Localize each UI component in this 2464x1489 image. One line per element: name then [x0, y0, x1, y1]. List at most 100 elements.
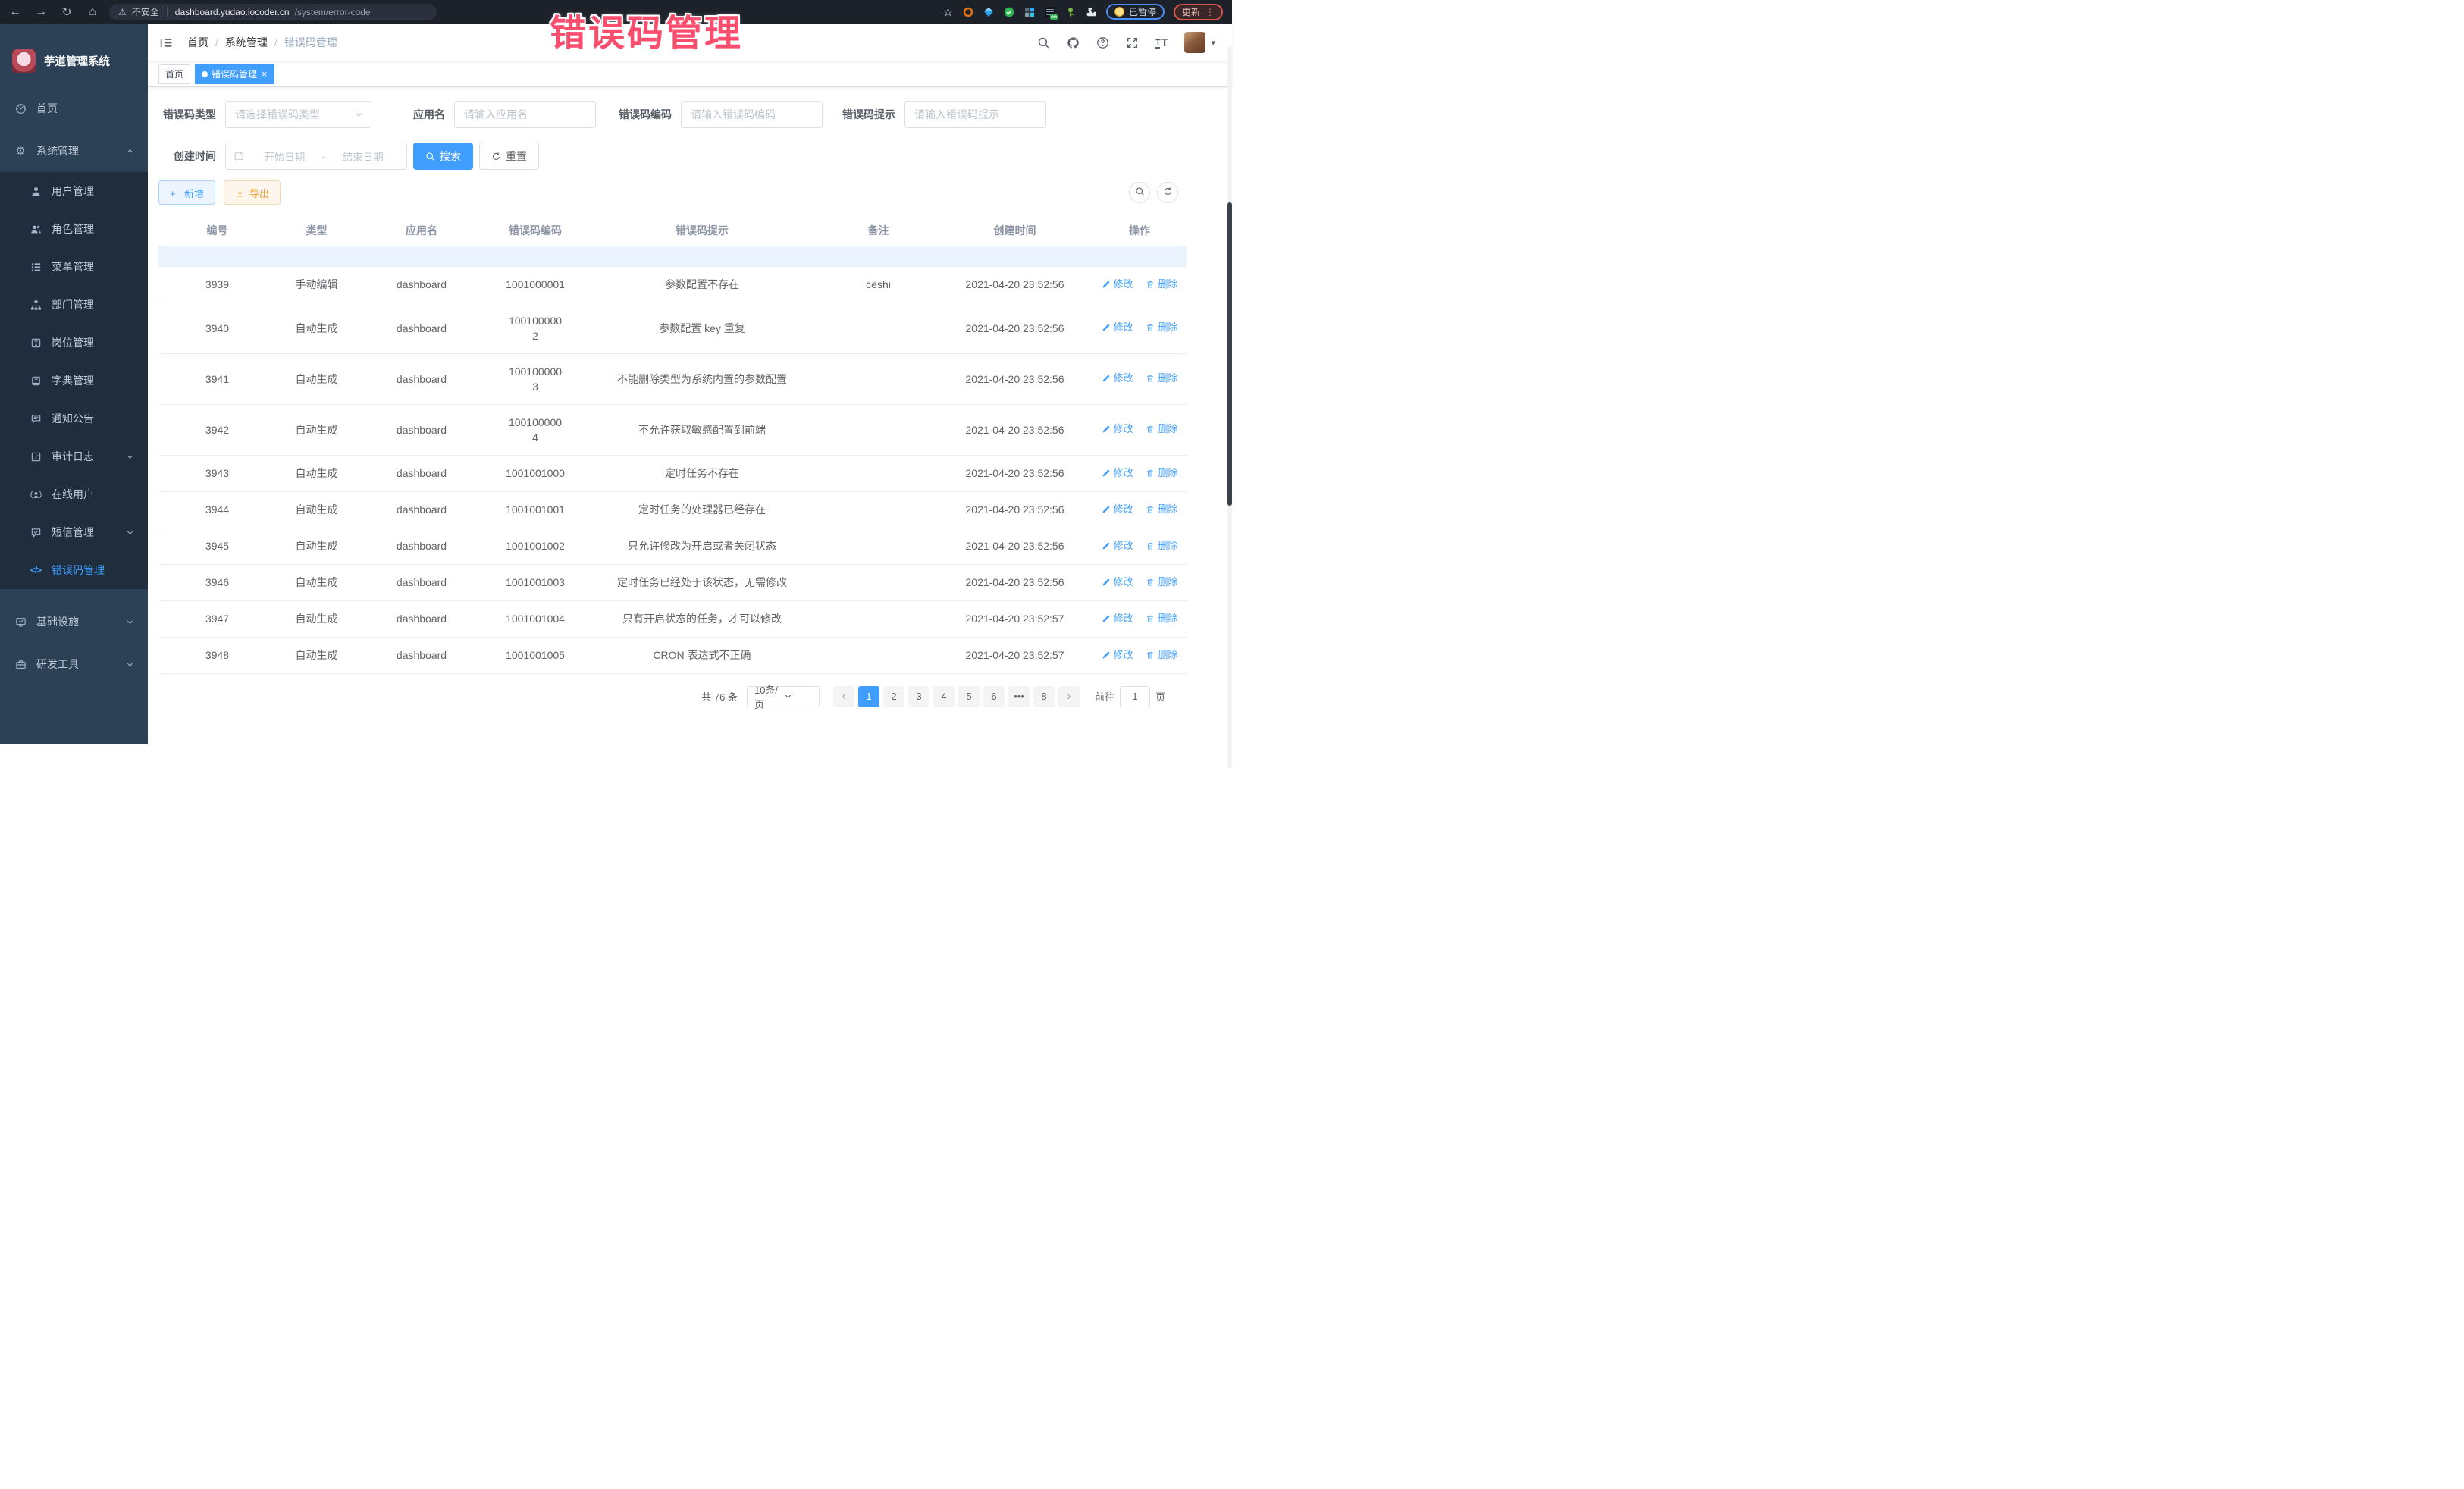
edit-link[interactable]: 修改 — [1102, 502, 1133, 517]
prev-page-button[interactable]: ‹ — [833, 686, 854, 707]
bookmark-star-icon[interactable]: ☆ — [942, 6, 954, 17]
sidebar-subitem[interactable]: 岗位管理 — [0, 324, 148, 362]
delete-link[interactable]: 删除 — [1146, 502, 1177, 517]
page-button[interactable]: 3 — [908, 686, 929, 707]
home-icon[interactable]: ⌂ — [86, 5, 99, 19]
cell-app: dashboard — [357, 600, 486, 637]
sidebar-item[interactable]: 基础设施 — [0, 600, 148, 643]
sidebar-subitem[interactable]: 用户管理 — [0, 172, 148, 210]
sidebar-subitem[interactable]: 部门管理 — [0, 286, 148, 324]
edit-link[interactable]: 修改 — [1102, 575, 1133, 590]
cell-id: 3941 — [158, 353, 276, 404]
forward-icon[interactable]: → — [35, 5, 47, 19]
edit-link[interactable]: 修改 — [1102, 371, 1133, 386]
delete-link[interactable]: 删除 — [1146, 538, 1177, 553]
toggle-search-button[interactable] — [1129, 182, 1150, 203]
sidebar-subitem[interactable]: 在线用户 — [0, 475, 148, 513]
page-button[interactable]: 5 — [958, 686, 980, 707]
cell-code: 100100000 3 — [486, 353, 585, 404]
sidebar-subitem[interactable]: 角色管理 — [0, 210, 148, 248]
ext-key-icon[interactable] — [1065, 6, 1077, 17]
sidebar-item[interactable]: 研发工具 — [0, 643, 148, 685]
app-logo-row[interactable]: 芋道管理系统 — [0, 24, 148, 87]
download-icon — [235, 188, 245, 198]
fontsize-icon[interactable]: TT — [1155, 36, 1168, 49]
ext-grid-icon[interactable] — [1024, 6, 1036, 17]
scrollbar-track[interactable] — [1227, 47, 1232, 768]
sidebar-subitem[interactable]: </> 错误码管理 — [0, 551, 148, 589]
github-icon[interactable] — [1066, 36, 1080, 49]
next-page-button[interactable]: › — [1058, 686, 1080, 707]
cell-msg: 定时任务不存在 — [585, 455, 820, 491]
cell-id: 3942 — [158, 404, 276, 455]
delete-link[interactable]: 删除 — [1146, 422, 1177, 437]
error-msg-input[interactable] — [904, 101, 1046, 128]
edit-link[interactable]: 修改 — [1102, 320, 1133, 335]
error-code-input[interactable] — [681, 101, 823, 128]
scrollbar-thumb[interactable] — [1227, 202, 1232, 506]
date-range-picker[interactable]: 开始日期 - 结束日期 — [225, 143, 407, 170]
delete-link[interactable]: 删除 — [1146, 575, 1177, 590]
cell-memo: ceshi — [820, 266, 937, 303]
ext-orange-icon[interactable] — [963, 6, 974, 17]
app-name-input[interactable] — [454, 101, 596, 128]
delete-link[interactable]: 删除 — [1146, 277, 1177, 292]
edit-link[interactable]: 修改 — [1102, 422, 1133, 437]
edit-link[interactable]: 修改 — [1102, 466, 1133, 481]
goto-page-input[interactable] — [1120, 686, 1150, 707]
view-tab[interactable]: 错误码管理 × — [195, 64, 274, 84]
edit-link[interactable]: 修改 — [1102, 538, 1133, 553]
delete-link[interactable]: 删除 — [1146, 371, 1177, 386]
chevron-down-icon — [354, 110, 363, 119]
hamburger-icon[interactable] — [159, 36, 174, 49]
breadcrumb-item[interactable]: 系统管理/ — [225, 35, 284, 50]
refresh-table-button[interactable] — [1157, 182, 1178, 203]
delete-link[interactable]: 删除 — [1146, 320, 1177, 335]
sidebar-subitem[interactable]: 通知公告 — [0, 400, 148, 437]
profile-pill[interactable]: 已暂停 — [1106, 4, 1165, 20]
address-bar[interactable]: ⚠ 不安全 dashboard.yudao.iocoder.cn/system/… — [109, 4, 437, 20]
search-button[interactable]: 搜索 — [413, 143, 473, 170]
edit-link[interactable]: 修改 — [1102, 647, 1133, 663]
sidebar-subitem[interactable]: 字典管理 — [0, 362, 148, 400]
reset-button[interactable]: 重置 — [479, 143, 539, 170]
add-button[interactable]: + 新增 — [158, 180, 215, 205]
page-button[interactable]: 4 — [933, 686, 955, 707]
search-icon[interactable] — [1036, 36, 1050, 49]
edit-link[interactable]: 修改 — [1102, 277, 1133, 292]
page-button[interactable]: 8 — [1033, 686, 1055, 707]
back-icon[interactable]: ← — [9, 5, 21, 19]
page-button[interactable]: 6 — [983, 686, 1005, 707]
cell-time: 2021-04-20 23:52:56 — [937, 303, 1092, 353]
breadcrumb-item[interactable]: 错误码管理 — [284, 35, 351, 50]
question-icon[interactable] — [1096, 36, 1109, 49]
ext-list-icon[interactable]: on — [1045, 6, 1056, 17]
puzzle-icon[interactable] — [1086, 6, 1097, 17]
sidebar-subitem[interactable]: 审计日志 — [0, 437, 148, 475]
cell-type: 自动生成 — [276, 600, 357, 637]
delete-link[interactable]: 删除 — [1146, 611, 1177, 626]
close-icon[interactable]: × — [262, 69, 268, 79]
page-button[interactable]: 1 — [858, 686, 879, 707]
ext-gem-icon[interactable] — [983, 6, 995, 17]
breadcrumb-item[interactable]: 首页/ — [187, 35, 225, 50]
error-type-select[interactable]: 请选择错误码类型 — [225, 101, 371, 128]
page-button[interactable]: ••• — [1008, 686, 1030, 707]
sidebar-item[interactable]: 首页 — [0, 87, 148, 130]
delete-link[interactable]: 删除 — [1146, 466, 1177, 481]
sidebar-subitem[interactable]: 短信管理 — [0, 513, 148, 551]
view-tab[interactable]: 首页 × — [158, 64, 190, 84]
reload-icon[interactable]: ↻ — [61, 5, 73, 20]
ext-check-icon[interactable] — [1004, 6, 1015, 17]
page-button[interactable]: 2 — [883, 686, 904, 707]
sidebar-item[interactable]: ⚙ 系统管理 — [0, 130, 148, 172]
browser-update-button[interactable]: 更新 ⋮ — [1174, 4, 1223, 20]
fullscreen-icon[interactable] — [1125, 36, 1139, 49]
sidebar-subitem[interactable]: 菜单管理 — [0, 248, 148, 286]
page-size-select[interactable]: 10条/页 — [747, 686, 820, 707]
export-button[interactable]: 导出 — [224, 180, 281, 205]
edit-link[interactable]: 修改 — [1102, 611, 1133, 626]
user-menu[interactable]: ▾ — [1184, 32, 1215, 53]
app-logo — [12, 49, 36, 73]
delete-link[interactable]: 删除 — [1146, 647, 1177, 663]
